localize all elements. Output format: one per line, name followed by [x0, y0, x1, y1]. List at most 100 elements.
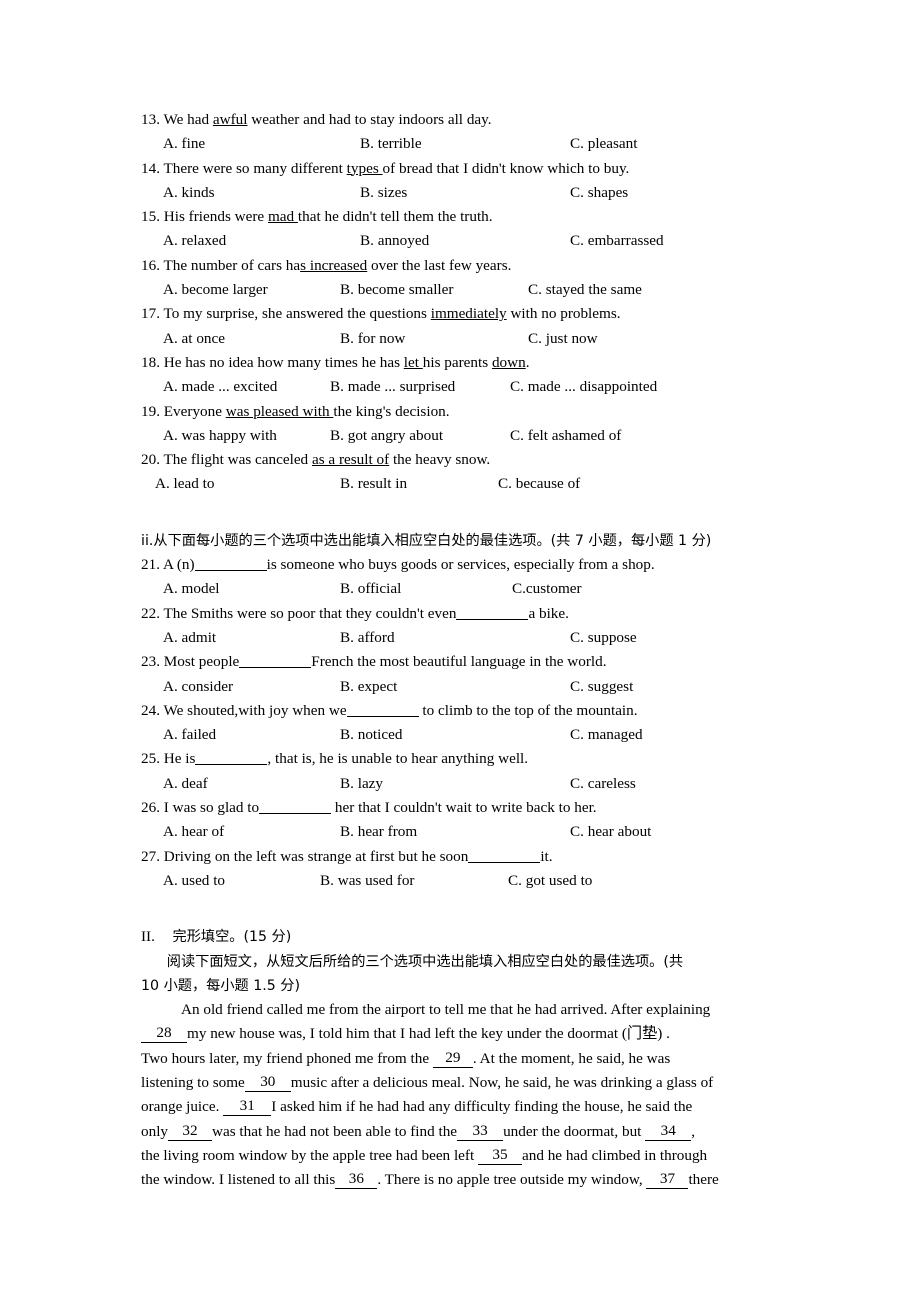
answer-blank[interactable] — [259, 800, 332, 815]
option-choice[interactable]: B. was used for — [320, 869, 414, 893]
question-block: 17. To my surprise, she answered the que… — [141, 302, 786, 351]
option-choice[interactable]: B. lazy — [340, 772, 383, 796]
answer-blank[interactable] — [468, 849, 541, 863]
option-choice[interactable]: B. afford — [340, 626, 395, 650]
option-choice[interactable]: B. result in — [340, 472, 407, 496]
option-choice[interactable]: A. lead to — [155, 472, 214, 496]
part-i-questions: 13. We had awful weather and had to stay… — [141, 108, 786, 497]
section-ii-heading: ii.从下面每小题的三个选项中选出能填入相应空白处的最佳选项。(共 7 小题，每… — [141, 529, 786, 553]
question-stem: 26. I was so glad to her that I couldn't… — [141, 796, 786, 820]
question-number: 15. — [141, 208, 160, 226]
option-choice[interactable]: A. was happy with — [163, 424, 277, 448]
option-choice[interactable]: A. failed — [163, 723, 216, 747]
question-number: 21. — [141, 556, 160, 574]
section-iii-instruction-1: 阅读下面短文，从短文后所给的三个选项中选出能填入相应空白处的最佳选项。(共 — [141, 950, 786, 974]
option-choice[interactable]: C. just now — [528, 327, 598, 351]
question-number: 18. — [141, 353, 160, 371]
cloze-blank-28[interactable]: 28 — [141, 1024, 187, 1044]
option-choice[interactable]: B. for now — [340, 327, 405, 351]
cloze-blank-29[interactable]: 29 — [432, 1049, 473, 1068]
option-choice[interactable]: A. kinds — [163, 181, 214, 205]
question-options: A. hear of B. hear from C. hear about — [141, 820, 786, 844]
option-choice[interactable]: A. used to — [163, 869, 225, 893]
option-choice[interactable]: C. managed — [570, 723, 643, 747]
answer-blank[interactable] — [194, 557, 267, 572]
option-choice[interactable]: A. relaxed — [163, 229, 226, 253]
section-iii-heading: II. 完形填空。(15 分) — [141, 925, 786, 949]
option-choice[interactable]: C. suggest — [570, 675, 633, 699]
option-choice[interactable]: B. made ... surprised — [330, 375, 455, 399]
option-choice[interactable]: C. because of — [498, 472, 580, 496]
question-number: 13. — [141, 111, 160, 128]
option-choice[interactable]: C. shapes — [570, 181, 628, 205]
option-choice[interactable]: A. deaf — [163, 772, 208, 796]
option-choice[interactable]: A. made ... excited — [163, 375, 277, 399]
question-stem: 27. Driving on the left was strange at f… — [141, 845, 786, 869]
option-choice[interactable]: C.customer — [512, 577, 582, 601]
passage-line: Two hours later, my friend phoned me fro… — [141, 1047, 789, 1071]
option-choice[interactable]: A. admit — [163, 626, 216, 650]
option-choice[interactable]: C. careless — [570, 772, 636, 796]
answer-blank[interactable] — [346, 703, 419, 717]
option-choice[interactable]: C. suppose — [570, 626, 637, 650]
option-choice[interactable]: C. embarrassed — [570, 229, 664, 253]
stem-text: A (n) — [162, 556, 195, 574]
stem-text: I was so glad to — [163, 799, 260, 817]
question-block: 21. A (n) is someone who buys goods or se… — [141, 553, 786, 602]
passage-line: the living room window by the apple tree… — [141, 1144, 789, 1168]
option-choice[interactable]: C. got used to — [508, 869, 592, 893]
option-choice[interactable]: B. hear from — [340, 820, 417, 844]
option-choice[interactable]: B. expect — [340, 675, 397, 699]
cloze-blank-36[interactable]: 36 — [335, 1170, 378, 1190]
stem-underlined-phrase: was pleased with — [225, 402, 334, 420]
passage-text: listening to some — [141, 1073, 245, 1091]
stem-text: Everyone — [163, 402, 226, 420]
stem-text: that he didn't tell them the truth. — [297, 208, 493, 226]
passage-text: the living room window by the apple tree… — [141, 1146, 478, 1164]
cloze-blank-32[interactable]: 32 — [168, 1122, 213, 1141]
option-choice[interactable]: B. noticed — [340, 723, 402, 747]
stem-text: The number of cars ha — [163, 256, 301, 274]
option-choice[interactable]: A. become larger — [163, 278, 268, 302]
option-choice[interactable]: B. terrible — [360, 132, 422, 156]
stem-text: His friends were — [163, 208, 268, 226]
question-options: A. admit B. afford C. suppose — [141, 626, 786, 650]
option-choice[interactable]: C. hear about — [570, 820, 651, 844]
option-choice[interactable]: B. got angry about — [330, 424, 443, 448]
option-choice[interactable]: B. sizes — [360, 181, 407, 205]
passage-text: only — [141, 1122, 169, 1140]
answer-blank[interactable] — [195, 751, 268, 766]
question-stem: 18. He has no idea how many times he has… — [141, 351, 786, 375]
answer-blank[interactable] — [239, 654, 312, 669]
option-choice[interactable]: A. fine — [163, 132, 205, 156]
cloze-blank-30[interactable]: 30 — [244, 1073, 291, 1092]
option-choice[interactable]: C. pleasant — [570, 132, 637, 156]
option-choice[interactable]: A. at once — [163, 327, 225, 351]
stem-text: To my surprise, she answered the questio… — [163, 305, 431, 323]
option-choice[interactable]: A. hear of — [163, 820, 224, 844]
question-options: A. become larger B. become smaller C. stay… — [141, 278, 786, 302]
option-choice[interactable]: C. felt ashamed of — [510, 424, 621, 448]
stem-text: over the last few years. — [367, 256, 512, 274]
answer-blank[interactable] — [456, 606, 529, 620]
option-choice[interactable]: A. consider — [163, 675, 233, 699]
option-choice[interactable]: B. annoyed — [360, 229, 429, 253]
question-stem: 25. He is , that is, he is unable to hear… — [141, 747, 786, 771]
passage-text: my new house was, I told him that I had … — [187, 1025, 670, 1043]
section-gap-1 — [141, 497, 786, 529]
stem-text: is someone who buys goods or services, e… — [266, 556, 655, 574]
stem-text: weather and had to stay indoors all day. — [247, 111, 492, 128]
cloze-blank-37[interactable]: 37 — [646, 1170, 689, 1190]
passage-line: the window. I listened to all this 36. Th… — [141, 1168, 789, 1192]
option-choice[interactable]: C. stayed the same — [528, 278, 642, 302]
cloze-blank-31[interactable]: 31 — [223, 1097, 272, 1117]
cloze-blank-34[interactable]: 34 — [645, 1122, 692, 1141]
cloze-blank-35[interactable]: 35 — [477, 1146, 522, 1165]
option-choice[interactable]: B. official — [340, 577, 401, 601]
question-number: 25. — [141, 750, 160, 768]
option-choice[interactable]: B. become smaller — [340, 278, 453, 302]
cloze-blank-33[interactable]: 33 — [457, 1122, 504, 1141]
question-block: 13. We had awful weather and had to stay… — [141, 108, 786, 157]
option-choice[interactable]: A. model — [163, 577, 220, 601]
option-choice[interactable]: C. made ... disappointed — [510, 375, 657, 399]
